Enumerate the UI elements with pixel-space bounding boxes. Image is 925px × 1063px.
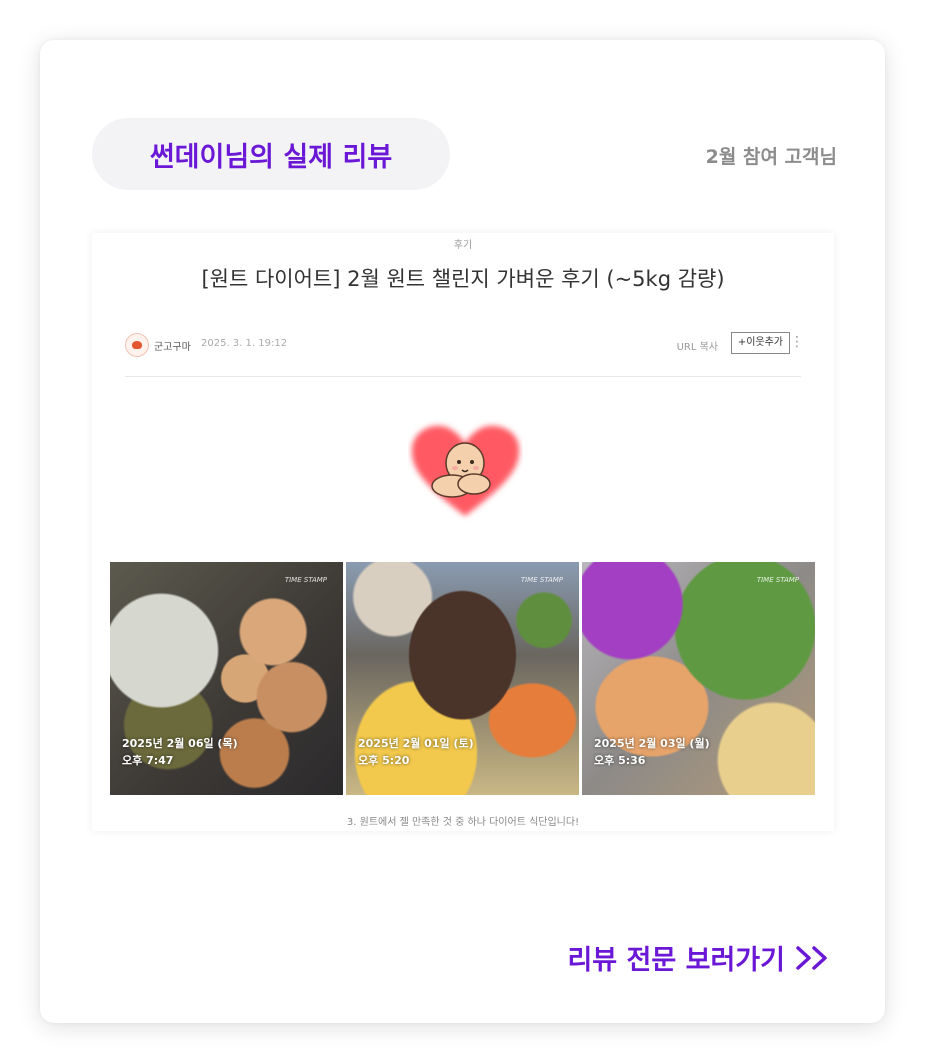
post-title: [원트 다이어트] 2월 원트 챌린지 가벼운 후기 (~5kg 감량) <box>201 267 725 291</box>
photo-caption: 3. 원트에서 젤 만족한 것 중 하나 다이어트 식단입니다! <box>346 817 580 828</box>
participant-label: 2월 참여 고객님 <box>705 146 837 168</box>
time-stamp: TIME STAMP <box>284 576 327 584</box>
add-neighbor-button: +이웃추가 <box>730 332 790 354</box>
double-chevron-right-icon <box>796 945 827 970</box>
photo-time: 오후 5:36 <box>594 754 646 767</box>
post-category: 후기 <box>453 240 473 251</box>
more-menu-icon: ⋮ <box>790 334 804 350</box>
photo-date: 2025년 2월 01일 (토) <box>358 737 474 750</box>
meal-photo: TIME STAMP 2025년 2월 01일 (토) 오후 5:20 <box>346 562 579 795</box>
time-stamp: TIME STAMP <box>520 576 563 584</box>
blog-post-screenshot: 후기 [원트 다이어트] 2월 원트 챌린지 가벼운 후기 (~5kg 감량) … <box>92 233 834 831</box>
review-title-pill: 썬데이님의 실제 리뷰 <box>92 118 450 190</box>
photo-date: 2025년 2월 06일 (목) <box>122 737 238 750</box>
post-date: 2025. 3. 1. 19:12 <box>201 338 288 349</box>
view-full-review-label: 리뷰 전문 보러가기 <box>567 945 785 976</box>
meal-photo: TIME STAMP 2025년 2월 03일 (월) 오후 5:36 <box>582 562 815 795</box>
time-stamp: TIME STAMP <box>756 576 799 584</box>
meal-photo: TIME STAMP 2025년 2월 06일 (목) 오후 7:47 <box>110 562 343 795</box>
photo-time: 오후 5:20 <box>358 754 410 767</box>
photo-strip: TIME STAMP 2025년 2월 06일 (목) 오후 7:47 TIME… <box>110 562 816 795</box>
heart-sticker-icon <box>411 425 520 516</box>
review-card: 썬데이님의 실제 리뷰 2월 참여 고객님 후기 [원트 다이어트] 2월 원트… <box>40 40 885 1023</box>
author-row: 군고구마 2025. 3. 1. 19:12 URL 복사 +이웃추가 ⋮ <box>125 331 804 361</box>
photo-date: 2025년 2월 03일 (월) <box>594 737 710 750</box>
review-title: 썬데이님의 실제 리뷰 <box>149 141 393 173</box>
author-name: 군고구마 <box>154 342 191 353</box>
view-full-review-link[interactable]: 리뷰 전문 보러가기 <box>567 938 829 977</box>
photo-time: 오후 7:47 <box>122 754 174 767</box>
author-avatar <box>125 333 149 357</box>
url-copy-link: URL 복사 <box>676 342 718 353</box>
divider <box>125 376 801 377</box>
